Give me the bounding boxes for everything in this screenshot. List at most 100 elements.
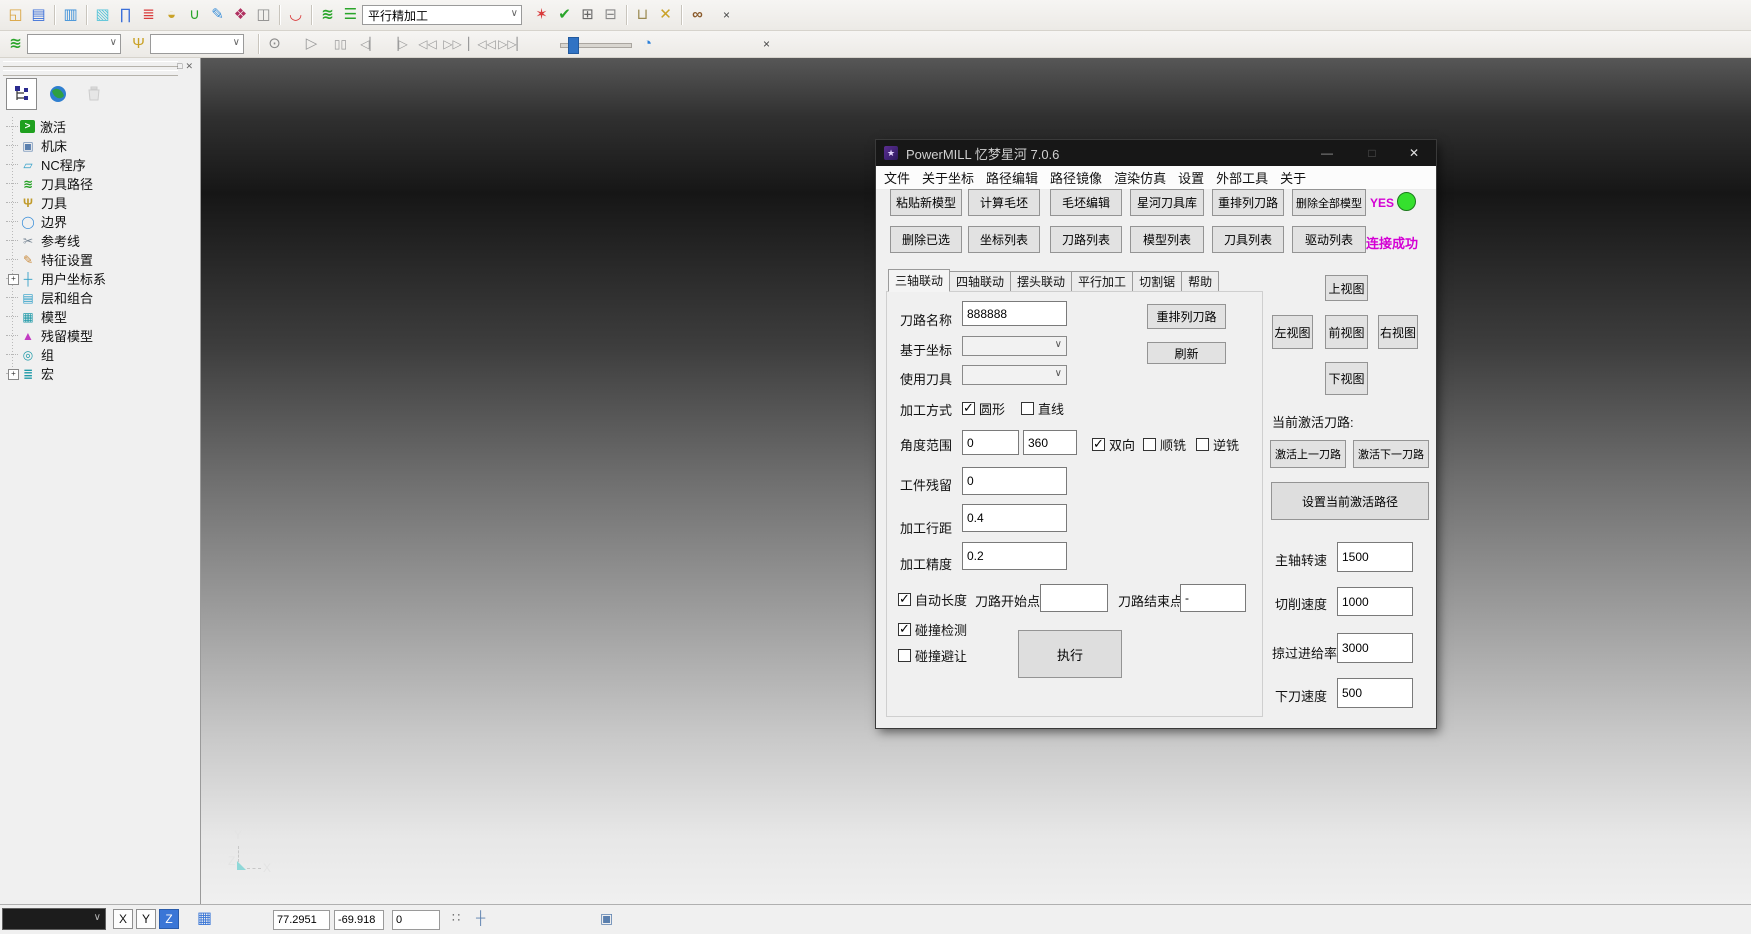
stock-remain-input[interactable]: 0 bbox=[962, 467, 1067, 495]
toolpath-invalid-icon[interactable]: ✶ bbox=[530, 4, 553, 26]
collision-check-checkbox[interactable] bbox=[898, 623, 911, 636]
slider-handle[interactable] bbox=[568, 37, 579, 54]
block-icon[interactable]: ▧ bbox=[91, 4, 114, 26]
cutting-feed-input[interactable]: 1000 bbox=[1337, 587, 1413, 616]
toolpath-icon[interactable]: ≋ bbox=[316, 4, 339, 26]
panel-close-icon[interactable]: ✕ bbox=[185, 61, 196, 71]
axis-z-button[interactable]: Z bbox=[159, 909, 179, 929]
calc-block-button[interactable]: 计算毛坯 bbox=[968, 189, 1040, 216]
view-preset-combobox[interactable]: ∨ bbox=[2, 908, 106, 930]
tree-item-boundaries[interactable]: ◯ 边界 bbox=[6, 212, 196, 231]
menu-coordinates[interactable]: 关于坐标 bbox=[916, 168, 980, 187]
auto-length-checkbox[interactable] bbox=[898, 593, 911, 606]
rearrange-toolpaths-button[interactable]: 重排列刀路 bbox=[1212, 189, 1284, 216]
stepover-input[interactable]: 0.4 bbox=[962, 504, 1067, 532]
step-forward-icon[interactable]: ▕▷ bbox=[387, 33, 410, 55]
ruler-icon[interactable]: ⊟ bbox=[599, 4, 622, 26]
tree-item-activate[interactable]: > 激活 bbox=[6, 117, 196, 136]
tree-item-feature-sets[interactable]: ✎ 特征设置 bbox=[6, 250, 196, 269]
view-top-button[interactable]: 上视图 bbox=[1325, 275, 1368, 301]
close-icon[interactable]: ✕ bbox=[1403, 140, 1425, 166]
minimize-icon[interactable]: — bbox=[1316, 140, 1338, 166]
tool-list-button[interactable]: 刀具列表 bbox=[1212, 226, 1284, 253]
angle-from-input[interactable]: 0 bbox=[962, 430, 1019, 455]
tree-item-patterns[interactable]: ✂ 参考线 bbox=[6, 231, 196, 250]
plunge-feed-input[interactable]: 500 bbox=[1337, 678, 1413, 708]
menu-path-edit[interactable]: 路径编辑 bbox=[980, 168, 1044, 187]
binoculars-icon[interactable]: ∞ bbox=[686, 4, 709, 26]
pages-icon[interactable]: ▣ bbox=[600, 910, 613, 927]
open-project-icon[interactable]: ◱ bbox=[4, 4, 27, 26]
cursor-y-field[interactable]: -69.918 bbox=[334, 910, 384, 930]
pattern-points-icon[interactable]: ❖ bbox=[229, 4, 252, 26]
rapid-heights-icon[interactable]: ∏ bbox=[114, 4, 137, 26]
tab-swivel-head[interactable]: 摆头联动 bbox=[1010, 271, 1072, 292]
play-icon[interactable]: ▷ bbox=[300, 33, 323, 55]
expand-icon[interactable]: + bbox=[8, 274, 19, 285]
simulation-tool-combobox[interactable]: ∨ bbox=[150, 34, 244, 54]
active-toolpath-combobox[interactable]: 平行精加工 ∨ bbox=[362, 5, 522, 25]
viewport-canvas[interactable]: Y Z X ★ PowerMILL 忆梦星河 7.0.6 — □ ✕ 文件 关于… bbox=[201, 58, 1751, 904]
tree-item-machine-tool[interactable]: ▣ 机床 bbox=[6, 136, 196, 155]
bidirectional-checkbox-row[interactable]: 双向 bbox=[1092, 435, 1135, 454]
speed-clock-icon[interactable]: ◔ bbox=[636, 33, 659, 55]
end-point-input[interactable]: - bbox=[1180, 584, 1246, 612]
cursor-x-field[interactable]: 77.2951 bbox=[273, 910, 330, 930]
calculator-icon[interactable]: ⊞ bbox=[576, 4, 599, 26]
tab-3axis[interactable]: 三轴联动 bbox=[888, 269, 950, 292]
toolbar-close-button[interactable]: × bbox=[755, 33, 778, 55]
simulation-speed-slider[interactable] bbox=[560, 36, 632, 52]
execute-button[interactable]: 执行 bbox=[1018, 630, 1122, 678]
snap-grid-icon[interactable]: ∷ bbox=[452, 910, 460, 926]
tab-recycle-bin[interactable] bbox=[78, 78, 109, 110]
rewind-icon[interactable]: ◁◁ bbox=[416, 33, 439, 55]
menu-path-mirror[interactable]: 路径镜像 bbox=[1044, 168, 1108, 187]
conventional-mill-checkbox[interactable] bbox=[1196, 438, 1209, 451]
line-checkbox[interactable] bbox=[1021, 402, 1034, 415]
block-edit-button[interactable]: 毛坯编辑 bbox=[1050, 189, 1122, 216]
conventional-mill-checkbox-row[interactable]: 逆铣 bbox=[1196, 435, 1239, 454]
toolpath-verify-icon[interactable]: ✔ bbox=[553, 4, 576, 26]
maximize-icon[interactable]: □ bbox=[1361, 140, 1383, 166]
tree-item-levels-sets[interactable]: ▤ 层和组合 bbox=[6, 288, 196, 307]
save-project-icon[interactable]: ▤ bbox=[27, 4, 50, 26]
tool-library-button[interactable]: 星河刀具库 bbox=[1130, 189, 1204, 216]
tree-item-workplanes[interactable]: + ┼ 用户坐标系 bbox=[6, 269, 196, 288]
activate-next-toolpath-button[interactable]: 激活下一刀路 bbox=[1353, 440, 1429, 468]
cursor-z-field[interactable]: 0 bbox=[392, 910, 440, 930]
paste-new-model-button[interactable]: 粘贴新模型 bbox=[890, 189, 962, 216]
curve-editor-icon[interactable]: ✎ bbox=[206, 4, 229, 26]
menu-render-simulate[interactable]: 渲染仿真 bbox=[1108, 168, 1172, 187]
base-coordinate-combobox[interactable]: ∨ bbox=[962, 336, 1067, 356]
leads-links-icon[interactable]: ∪ bbox=[183, 4, 206, 26]
toolpath-name-input[interactable]: 888888 bbox=[962, 301, 1067, 326]
toolpath-list-button[interactable]: 刀路列表 bbox=[1050, 226, 1122, 253]
view-front-button[interactable]: 前视图 bbox=[1325, 315, 1368, 349]
axis-y-button[interactable]: Y bbox=[136, 909, 156, 929]
tree-item-groups[interactable]: ◎ 组 bbox=[6, 345, 196, 364]
tool-holder-icon[interactable]: ⊔ bbox=[631, 4, 654, 26]
tolerance-input[interactable]: 0.2 bbox=[962, 542, 1067, 570]
panel-grip[interactable] bbox=[3, 70, 178, 76]
tab-saw-cut[interactable]: 切割锯 bbox=[1132, 271, 1182, 292]
tab-world-view[interactable] bbox=[42, 78, 73, 110]
delete-all-models-button[interactable]: 删除全部模型 bbox=[1292, 189, 1366, 216]
climb-mill-checkbox-row[interactable]: 顺铣 bbox=[1143, 435, 1186, 454]
toolpath-icon[interactable]: ≋ bbox=[4, 33, 27, 55]
start-end-point-icon[interactable]: ◒ bbox=[160, 4, 183, 26]
toolbar-close-button[interactable]: × bbox=[715, 4, 738, 26]
circle-checkbox-row[interactable]: 圆形 bbox=[962, 399, 1005, 418]
refresh-button[interactable]: 刷新 bbox=[1147, 342, 1226, 364]
tree-item-nc-program[interactable]: ▱ NC程序 bbox=[6, 155, 196, 174]
use-tool-combobox[interactable]: ∨ bbox=[962, 365, 1067, 385]
skim-feed-input[interactable]: 3000 bbox=[1337, 633, 1413, 663]
tool-icon[interactable]: Ψ bbox=[127, 33, 150, 55]
step-back-icon[interactable]: ◁▏ bbox=[358, 33, 381, 55]
collision-avoid-checkbox-row[interactable]: 碰撞避让 bbox=[898, 646, 967, 665]
skip-to-end-icon[interactable]: ▷▷▏ bbox=[498, 33, 526, 55]
panel-grip[interactable] bbox=[3, 61, 178, 67]
view-left-button[interactable]: 左视图 bbox=[1272, 315, 1313, 349]
rearrange-toolpaths-button2[interactable]: 重排列刀路 bbox=[1147, 304, 1226, 329]
auto-length-checkbox-row[interactable]: 自动长度 bbox=[898, 590, 967, 609]
axis-x-button[interactable]: X bbox=[113, 909, 133, 929]
